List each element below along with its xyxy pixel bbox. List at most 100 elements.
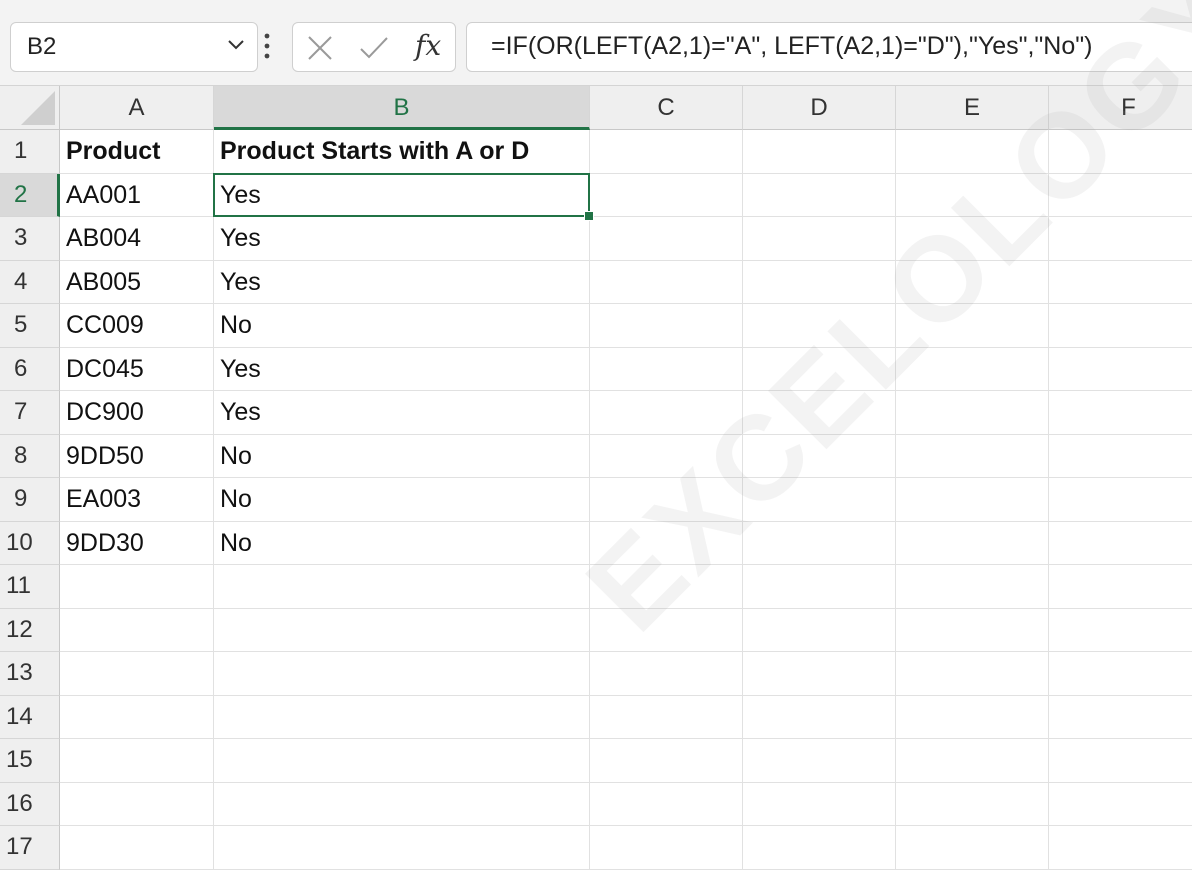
column-header-e[interactable]: E	[896, 86, 1049, 130]
cell-d9[interactable]	[743, 478, 896, 522]
cell-a17[interactable]	[60, 826, 214, 870]
row-header-11[interactable]: 11	[0, 565, 60, 609]
cell-b1[interactable]: Product Starts with A or D	[214, 130, 590, 174]
cell-f4[interactable]	[1049, 261, 1192, 304]
row-header-9[interactable]: 9	[0, 478, 60, 522]
cell-e1[interactable]	[896, 130, 1049, 174]
cell-b13[interactable]	[214, 652, 590, 696]
formula-input[interactable]: =IF(OR(LEFT(A2,1)="A", LEFT(A2,1)="D"),"…	[466, 22, 1192, 72]
cell-e4[interactable]	[896, 260, 1049, 304]
cell-a14[interactable]	[60, 695, 214, 739]
cell-c2[interactable]	[590, 173, 743, 217]
cell-e8[interactable]	[896, 434, 1049, 478]
row-header-16[interactable]: 16	[0, 782, 60, 826]
cell-f5[interactable]	[1049, 304, 1192, 348]
cell-d11[interactable]	[743, 565, 896, 609]
row-header-14[interactable]: 14	[0, 695, 60, 739]
cell-e9[interactable]	[896, 478, 1049, 522]
row-header-5[interactable]: 5	[0, 304, 60, 348]
cell-f3[interactable]	[1049, 217, 1192, 261]
cell-e6[interactable]	[896, 347, 1049, 391]
cell-f10[interactable]	[1049, 522, 1192, 565]
cell-c1[interactable]	[590, 130, 743, 174]
cell-b12[interactable]	[214, 608, 590, 652]
cell-c10[interactable]	[590, 521, 743, 565]
cell-c15[interactable]	[590, 739, 743, 783]
cell-f12[interactable]	[1049, 609, 1192, 652]
cell-c8[interactable]	[590, 434, 743, 478]
cell-d13[interactable]	[743, 652, 896, 696]
cell-e3[interactable]	[896, 217, 1049, 261]
cell-a3[interactable]: AB004	[60, 217, 214, 261]
column-header-d[interactable]: D	[743, 86, 896, 130]
cell-a10[interactable]: 9DD30	[60, 521, 214, 565]
cell-f1[interactable]	[1049, 130, 1192, 174]
cell-b9[interactable]: No	[214, 478, 590, 522]
chevron-down-icon[interactable]	[227, 39, 245, 51]
cell-b11[interactable]	[214, 565, 590, 609]
cell-c6[interactable]	[590, 347, 743, 391]
cell-f9[interactable]	[1049, 478, 1192, 522]
cell-c4[interactable]	[590, 260, 743, 304]
cell-d1[interactable]	[743, 130, 896, 174]
column-header-c[interactable]: C	[590, 86, 743, 130]
cell-b16[interactable]	[214, 782, 590, 826]
cell-a15[interactable]	[60, 739, 214, 783]
row-header-17[interactable]: 17	[0, 826, 60, 870]
row-header-13[interactable]: 13	[0, 652, 60, 696]
cell-d3[interactable]	[743, 217, 896, 261]
cell-b10[interactable]: No	[214, 521, 590, 565]
cell-f2[interactable]	[1049, 174, 1192, 217]
row-header-1[interactable]: 1	[0, 130, 60, 174]
row-header-7[interactable]: 7	[0, 391, 60, 435]
cell-a13[interactable]	[60, 652, 214, 696]
cell-e16[interactable]	[896, 782, 1049, 826]
cell-d4[interactable]	[743, 260, 896, 304]
select-all-corner[interactable]	[0, 86, 60, 130]
cell-a7[interactable]: DC900	[60, 391, 214, 435]
cell-b5[interactable]: No	[214, 304, 590, 348]
cell-d12[interactable]	[743, 608, 896, 652]
cell-f15[interactable]	[1049, 739, 1192, 783]
cell-f11[interactable]	[1049, 565, 1192, 609]
cell-a16[interactable]	[60, 782, 214, 826]
cell-c14[interactable]	[590, 695, 743, 739]
column-header-a[interactable]: A	[60, 86, 214, 130]
row-header-12[interactable]: 12	[0, 608, 60, 652]
column-header-b[interactable]: B	[214, 86, 590, 130]
cell-c9[interactable]	[590, 478, 743, 522]
cell-b8[interactable]: No	[214, 434, 590, 478]
cell-d10[interactable]	[743, 521, 896, 565]
cell-a11[interactable]	[60, 565, 214, 609]
cell-c12[interactable]	[590, 608, 743, 652]
cell-e14[interactable]	[896, 695, 1049, 739]
cell-e15[interactable]	[896, 739, 1049, 783]
cell-a12[interactable]	[60, 608, 214, 652]
cell-a2[interactable]: AA001	[60, 173, 214, 217]
cell-b17[interactable]	[214, 826, 590, 870]
cell-e7[interactable]	[896, 391, 1049, 435]
cell-b14[interactable]	[214, 695, 590, 739]
cell-b2[interactable]: Yes	[214, 173, 590, 217]
cell-f16[interactable]	[1049, 783, 1192, 826]
row-header-4[interactable]: 4	[0, 260, 60, 304]
cell-b7[interactable]: Yes	[214, 391, 590, 435]
cell-f6[interactable]	[1049, 348, 1192, 391]
cell-d7[interactable]	[743, 391, 896, 435]
cell-b4[interactable]: Yes	[214, 260, 590, 304]
cell-e10[interactable]	[896, 521, 1049, 565]
cell-c17[interactable]	[590, 826, 743, 870]
cell-a9[interactable]: EA003	[60, 478, 214, 522]
name-box[interactable]: B2	[10, 22, 258, 72]
cell-e11[interactable]	[896, 565, 1049, 609]
cell-e17[interactable]	[896, 826, 1049, 870]
cell-a5[interactable]: CC009	[60, 304, 214, 348]
fill-handle[interactable]	[584, 211, 594, 221]
cell-f8[interactable]	[1049, 435, 1192, 478]
cell-c16[interactable]	[590, 782, 743, 826]
row-header-2[interactable]: 2	[0, 173, 60, 217]
row-header-3[interactable]: 3	[0, 217, 60, 261]
insert-function-button[interactable]: fx	[415, 29, 441, 62]
cell-d5[interactable]	[743, 304, 896, 348]
cell-c5[interactable]	[590, 304, 743, 348]
